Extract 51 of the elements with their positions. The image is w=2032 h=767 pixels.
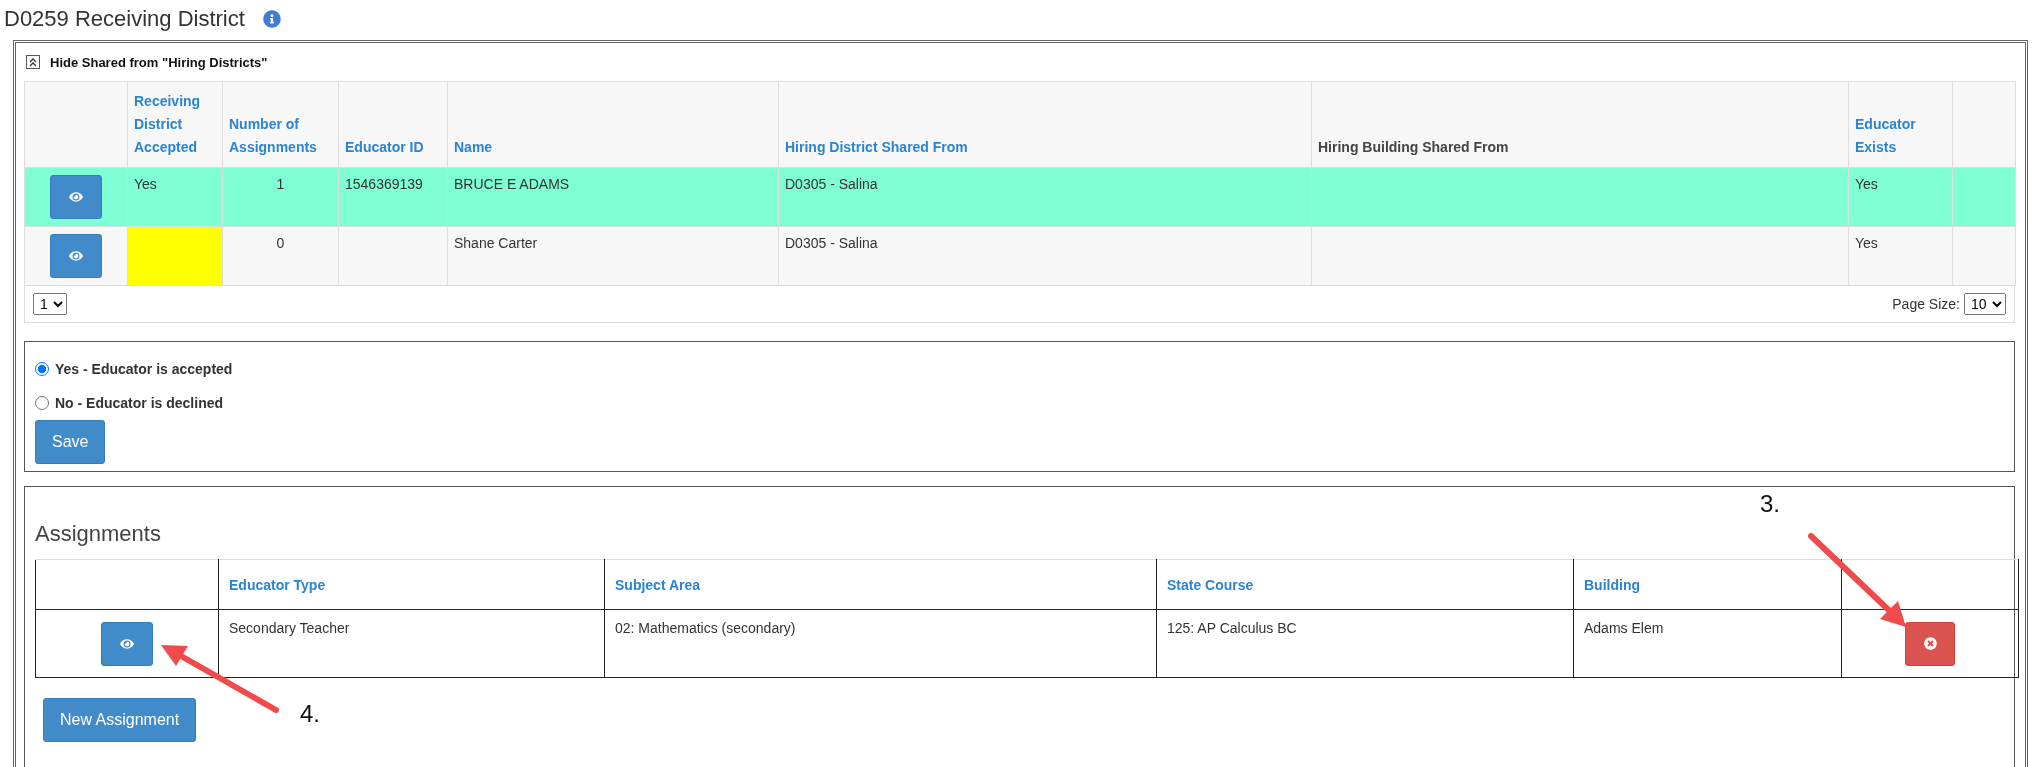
table-cell: Yes	[127, 167, 223, 227]
table-cell: 1546369139	[338, 167, 448, 227]
table-cell: 1	[222, 167, 339, 227]
eye-icon	[69, 249, 83, 263]
section-heading: Assignments	[35, 521, 162, 547]
table-cell: Adams Elem	[1573, 609, 1842, 678]
table-cell: D0305 - Salina	[778, 226, 1312, 286]
table-cell	[1952, 167, 2016, 227]
column-header[interactable]: Subject Area	[604, 559, 1157, 610]
eye-icon	[69, 190, 83, 204]
close-icon	[1923, 637, 1937, 650]
table-cell: 125: AP Calculus BC	[1156, 609, 1574, 678]
view-button[interactable]	[101, 621, 153, 666]
table-row[interactable]: 0 Shane Carter D0305 - Salina Yes	[24, 226, 2016, 286]
table-cell: Yes	[1848, 167, 1953, 227]
table-cell: D0305 - Salina	[778, 167, 1312, 227]
column-header[interactable]: Number of Assignments	[222, 81, 339, 168]
page-size-label: Page Size:	[1892, 296, 1960, 312]
column-header[interactable]: Educator Exists	[1848, 81, 1953, 168]
column-header[interactable]: Hiring District Shared From	[778, 81, 1312, 168]
page-title: D0259 Receiving District	[4, 6, 245, 32]
view-button[interactable]	[50, 175, 102, 219]
column-header: Hiring Building Shared From	[1311, 81, 1849, 168]
column-header[interactable]: State Course	[1156, 559, 1574, 610]
annotation-label: 4.	[300, 700, 320, 728]
radio-label[interactable]: No - Educator is declined	[55, 395, 224, 411]
view-button[interactable]	[50, 234, 102, 278]
table-cell: 0	[222, 226, 339, 286]
page-select[interactable]: 1	[33, 293, 67, 315]
column-header[interactable]: Building	[1573, 559, 1842, 610]
save-button[interactable]: Save	[35, 420, 106, 464]
column-header[interactable]: Educator Type	[218, 559, 605, 610]
column-header[interactable]: Receiving District Accepted	[127, 81, 223, 168]
table-row[interactable]: Yes 1 1546369139 BRUCE E ADAMS D0305 - Salina Yes	[24, 167, 2016, 227]
annotation-label: 3.	[1760, 490, 1780, 518]
new-assignment-button[interactable]: New Assignment	[43, 698, 197, 742]
table-cell: Shane Carter	[447, 226, 779, 286]
info-icon[interactable]	[262, 10, 281, 28]
column-header[interactable]: Educator ID	[338, 81, 448, 168]
table-cell: Yes	[1848, 226, 1953, 286]
delete-button[interactable]	[1905, 621, 1955, 666]
toggle-label[interactable]: Hide Shared from "Hiring Districts"	[50, 54, 268, 70]
eye-icon	[120, 636, 134, 651]
radio-button[interactable]	[35, 362, 49, 376]
collapse-icon[interactable]	[26, 55, 40, 69]
table-cell: 02: Mathematics (secondary)	[604, 609, 1157, 678]
page-size-select[interactable]: 10	[1964, 293, 2006, 315]
table-cell: BRUCE E ADAMS	[447, 167, 779, 227]
radio-label[interactable]: Yes - Educator is accepted	[55, 361, 233, 377]
column-header[interactable]: Name	[447, 81, 779, 168]
radio-button[interactable]	[35, 396, 49, 410]
